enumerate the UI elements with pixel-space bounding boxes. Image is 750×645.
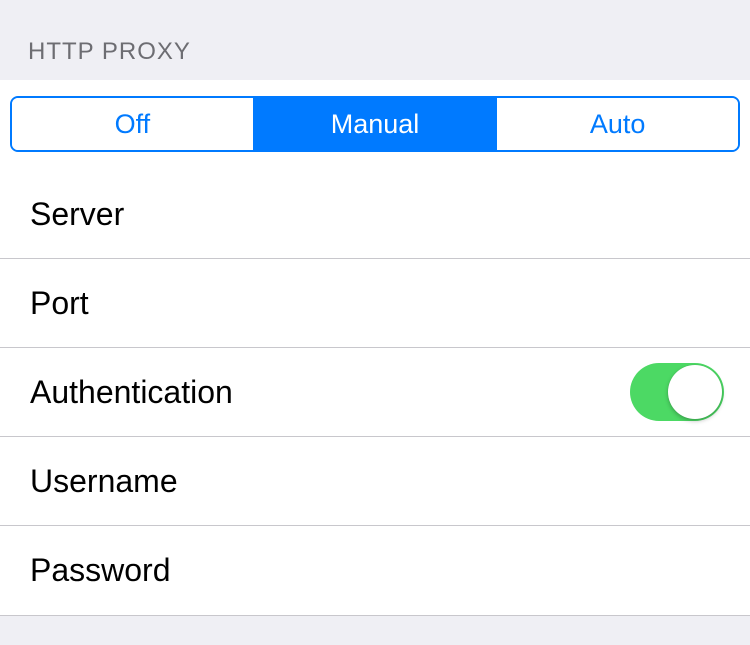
port-row[interactable]: Port: [0, 259, 750, 348]
segment-auto[interactable]: Auto: [497, 98, 738, 150]
username-label: Username: [30, 463, 178, 500]
username-row[interactable]: Username: [0, 437, 750, 526]
segmented-control-wrap: Off Manual Auto: [0, 80, 750, 170]
toggle-knob: [668, 365, 722, 419]
server-label: Server: [30, 196, 124, 233]
port-label: Port: [30, 285, 89, 322]
authentication-row: Authentication: [0, 348, 750, 437]
segment-manual[interactable]: Manual: [255, 98, 498, 150]
authentication-toggle[interactable]: [630, 363, 724, 421]
server-row[interactable]: Server: [0, 170, 750, 259]
segment-off[interactable]: Off: [12, 98, 255, 150]
footer-gap: [0, 615, 750, 645]
proxy-mode-segmented-control: Off Manual Auto: [10, 96, 740, 152]
password-label: Password: [30, 552, 171, 589]
authentication-label: Authentication: [30, 374, 233, 411]
section-header-http-proxy: HTTP PROXY: [0, 0, 750, 80]
password-row[interactable]: Password: [0, 526, 750, 615]
proxy-settings-list: Server Port Authentication Username Pass…: [0, 170, 750, 615]
